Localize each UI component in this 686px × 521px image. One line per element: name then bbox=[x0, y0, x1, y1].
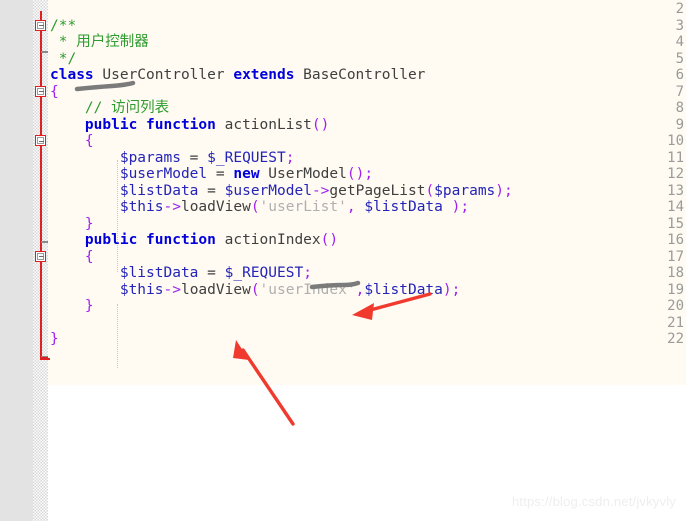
code-line[interactable]: $listData = $_REQUEST; bbox=[50, 265, 312, 281]
code-token: $params bbox=[434, 182, 496, 199]
code-editor: 2 3 4 5 6 7 8 9 10 11 12 13 14 15 16 17 18 19 20 21 22 /** *… bbox=[0, 0, 686, 521]
code-line[interactable]: $this->loadView('userIndex',$listData); bbox=[50, 281, 461, 298]
code-token: $this bbox=[119, 199, 164, 215]
code-token: { bbox=[50, 83, 59, 100]
code-token: () bbox=[320, 232, 339, 248]
code-line[interactable]: { bbox=[50, 249, 94, 265]
code-token: BaseController bbox=[294, 67, 426, 83]
code-token: = bbox=[198, 182, 225, 199]
code-line[interactable]: } bbox=[50, 331, 59, 347]
code-token: getPageList bbox=[329, 182, 426, 199]
code-token: } bbox=[50, 331, 59, 347]
code-line[interactable]: $params = $_REQUEST; bbox=[50, 149, 295, 166]
code-line[interactable]: */ bbox=[50, 51, 76, 67]
code-token: ); bbox=[495, 182, 513, 199]
code-token: -> bbox=[311, 182, 330, 199]
code-token: $listData bbox=[364, 281, 443, 298]
code-line[interactable]: } bbox=[50, 216, 94, 232]
code-token: // bbox=[50, 100, 112, 116]
csdn-watermark: https://blog.csdn.net/jvkyvly bbox=[511, 494, 676, 509]
code-token: (); bbox=[346, 166, 374, 182]
code-token: , bbox=[346, 199, 365, 215]
code-line[interactable]: } bbox=[50, 298, 94, 314]
code-token: class bbox=[50, 67, 94, 83]
code-token: ( bbox=[250, 199, 260, 215]
code-line[interactable]: $this->loadView('userList', $listData ); bbox=[50, 199, 469, 215]
code-token: 'userIndex' bbox=[259, 281, 356, 298]
code-line[interactable]: * 用户控制器 bbox=[50, 34, 149, 50]
code-token: $userModel bbox=[224, 182, 312, 199]
code-token: , bbox=[355, 281, 365, 298]
code-token: */ bbox=[50, 50, 77, 67]
code-token: ; bbox=[303, 265, 312, 281]
code-token: { bbox=[50, 133, 94, 149]
code-token: = bbox=[207, 166, 234, 182]
code-line[interactable]: { bbox=[50, 84, 59, 100]
code-token: { bbox=[50, 248, 94, 265]
code-token: $_REQUEST bbox=[207, 149, 286, 166]
code-line[interactable]: public function actionIndex() bbox=[50, 232, 338, 248]
code-token: ); bbox=[442, 199, 470, 215]
code-token: UserModel bbox=[259, 166, 347, 182]
code-token: ); bbox=[442, 281, 461, 298]
code-token: public function bbox=[84, 232, 216, 248]
code-token: new bbox=[233, 166, 260, 182]
code-token: extends bbox=[233, 67, 295, 83]
code-line[interactable]: public function actionList() bbox=[50, 117, 329, 133]
code-token: $listData bbox=[119, 265, 199, 281]
code-line[interactable]: $listData = $userModel->getPageList($par… bbox=[50, 183, 513, 199]
code-token: ; bbox=[285, 149, 295, 166]
code-line[interactable]: { bbox=[50, 133, 94, 149]
code-token: 'userList' bbox=[259, 199, 347, 215]
code-token: $_REQUEST bbox=[224, 265, 304, 281]
code-token: $this bbox=[119, 281, 164, 298]
code-token: = bbox=[198, 265, 225, 281]
code-token: $userModel bbox=[119, 166, 208, 182]
code-token: actionIndex bbox=[215, 232, 321, 248]
code-token: } bbox=[50, 215, 94, 232]
code-token: loadView bbox=[180, 281, 251, 298]
code-line[interactable]: class UserController extends BaseControl… bbox=[50, 67, 425, 83]
code-token: loadView bbox=[180, 199, 251, 215]
code-line[interactable]: // 访问列表 bbox=[50, 100, 169, 116]
code-token: } bbox=[50, 298, 94, 314]
code-token: = bbox=[180, 149, 208, 166]
code-token: () bbox=[311, 116, 330, 133]
code-token: -> bbox=[163, 281, 181, 298]
code-text[interactable]: /** * 用户控制器 */class UserController exten… bbox=[0, 0, 686, 521]
code-token: actionList bbox=[215, 116, 312, 133]
code-token: $params bbox=[119, 149, 181, 166]
code-token: $listData bbox=[119, 182, 199, 199]
code-line[interactable]: /** bbox=[50, 18, 76, 34]
code-token: ( bbox=[425, 182, 435, 199]
code-token: $listData bbox=[364, 199, 443, 215]
code-token: -> bbox=[163, 199, 181, 215]
code-token: * bbox=[50, 34, 77, 50]
code-line[interactable]: $userModel = new UserModel(); bbox=[50, 166, 373, 182]
code-token: UserController bbox=[93, 67, 234, 83]
code-token: /** bbox=[50, 17, 77, 34]
code-token: public function bbox=[84, 116, 216, 133]
code-token: ( bbox=[250, 281, 260, 298]
code-token: 访问列表 bbox=[111, 100, 170, 116]
code-token: 用户控制器 bbox=[76, 34, 149, 50]
